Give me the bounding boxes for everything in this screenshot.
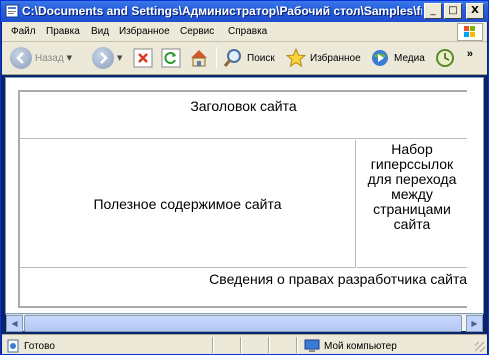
title-bar[interactable]: C:\Documents and Settings\Администратор\… bbox=[1, 1, 488, 22]
star-icon bbox=[285, 47, 307, 68]
scroll-right-arrow-icon[interactable]: ▶ bbox=[466, 315, 483, 332]
main-content-cell: Полезное содержимое сайта bbox=[20, 140, 356, 268]
forward-dropdown-icon[interactable]: ▼ bbox=[117, 54, 122, 62]
refresh-icon bbox=[161, 48, 181, 68]
status-ready: Готово bbox=[6, 339, 55, 353]
menu-edit[interactable]: Правка bbox=[46, 26, 80, 37]
search-button[interactable]: Поиск bbox=[222, 46, 275, 70]
page-icon bbox=[7, 339, 19, 353]
search-icon bbox=[223, 49, 241, 67]
media-label: Медиа bbox=[394, 52, 425, 64]
menu-bar: Файл Правка Вид Избранное Сервис Справка bbox=[2, 22, 487, 42]
back-arrow-icon bbox=[10, 47, 32, 69]
status-divider bbox=[296, 337, 298, 353]
resize-grip-icon[interactable] bbox=[475, 342, 485, 352]
menu-file[interactable]: Файл bbox=[11, 26, 36, 37]
stop-icon bbox=[133, 48, 153, 68]
menu-view[interactable]: Вид bbox=[91, 26, 109, 37]
status-zone: Мой компьютер bbox=[304, 339, 397, 353]
layout-table: Заголовок сайта Полезное содержимое сайт… bbox=[18, 90, 467, 308]
back-dropdown-icon[interactable]: ▼ bbox=[67, 54, 72, 62]
stop-button[interactable] bbox=[133, 46, 153, 70]
status-divider bbox=[212, 337, 214, 353]
forward-arrow-icon bbox=[92, 47, 114, 69]
toolbar-overflow-icon[interactable]: » bbox=[467, 48, 473, 60]
home-button[interactable] bbox=[188, 46, 210, 70]
scrollbar-thumb[interactable] bbox=[24, 315, 462, 332]
status-text: Готово bbox=[24, 340, 55, 352]
status-divider bbox=[240, 337, 242, 353]
favorites-label: Избранное bbox=[310, 52, 361, 64]
media-icon bbox=[372, 50, 388, 66]
windows-logo-icon bbox=[457, 23, 483, 41]
forward-button[interactable]: ▼ bbox=[92, 46, 122, 70]
toolbar-separator bbox=[216, 47, 217, 69]
back-label: Назад bbox=[35, 52, 64, 64]
ie-document-icon bbox=[5, 4, 19, 18]
browser-window: C:\Documents and Settings\Администратор\… bbox=[0, 0, 489, 355]
media-button[interactable]: Медиа bbox=[369, 46, 425, 70]
home-icon bbox=[191, 50, 207, 67]
site-header-cell: Заголовок сайта bbox=[20, 92, 467, 139]
search-label: Поиск bbox=[247, 52, 275, 64]
back-button[interactable]: Назад ▼ bbox=[10, 46, 72, 70]
main-content-text: Полезное содержимое сайта bbox=[93, 195, 282, 212]
status-divider bbox=[268, 337, 270, 353]
page-viewport[interactable]: Заголовок сайта Полезное содержимое сайт… bbox=[5, 77, 484, 314]
menu-help[interactable]: Справка bbox=[228, 26, 267, 37]
minimize-button[interactable]: _ bbox=[424, 3, 442, 19]
scroll-left-arrow-icon[interactable]: ◀ bbox=[6, 315, 23, 332]
zone-text: Мой компьютер bbox=[324, 340, 397, 352]
favorites-button[interactable]: Избранное bbox=[285, 46, 361, 70]
history-icon bbox=[436, 49, 454, 67]
close-button[interactable]: X bbox=[466, 3, 484, 19]
menu-tools[interactable]: Сервис bbox=[180, 26, 214, 37]
menu-favorites[interactable]: Избранное bbox=[119, 26, 170, 37]
horizontal-scrollbar[interactable]: ◀ ▶ bbox=[6, 314, 483, 332]
refresh-button[interactable] bbox=[161, 46, 181, 70]
maximize-button[interactable]: □ bbox=[444, 3, 462, 19]
footer-cell: Сведения о правах разработчика сайта bbox=[209, 271, 467, 287]
navigation-cell: Набор гиперссылок для перехода между стр… bbox=[357, 140, 467, 268]
history-button[interactable] bbox=[434, 46, 456, 70]
toolbar: Назад ▼ ▼ Поиск Избранное Медиа » bbox=[2, 42, 487, 75]
my-computer-icon bbox=[304, 339, 320, 352]
status-bar: Готово Мой компьютер bbox=[2, 334, 487, 354]
window-title: C:\Documents and Settings\Администратор\… bbox=[22, 4, 422, 18]
